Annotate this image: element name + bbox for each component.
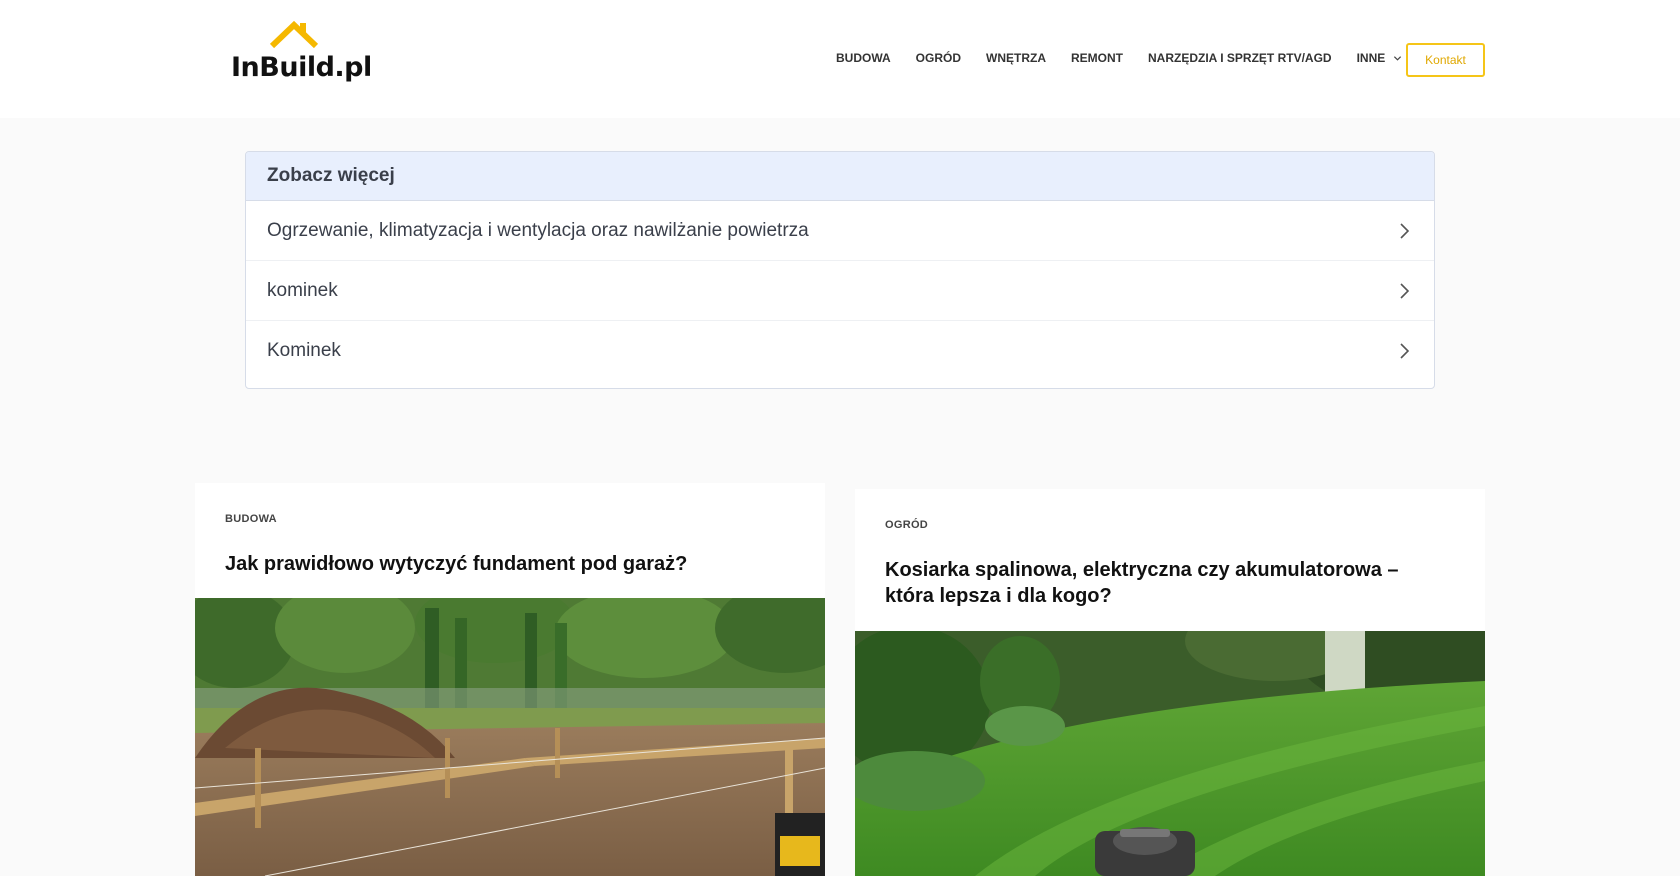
see-more-item-label: Ogrzewanie, klimatyzacja i wentylacja or… <box>267 219 809 241</box>
see-more-item-label: kominek <box>267 279 338 301</box>
post-title[interactable]: Kosiarka spalinowa, elektryczna czy akum… <box>885 557 1445 609</box>
nav-item-ogrod[interactable]: OGRÓD <box>916 51 961 65</box>
post-image[interactable] <box>855 631 1485 876</box>
chevron-right-icon <box>1400 222 1410 239</box>
nav-item-remont[interactable]: REMONT <box>1071 51 1123 65</box>
post-category[interactable]: OGRÓD <box>885 519 928 531</box>
nav-item-budowa[interactable]: BUDOWA <box>836 51 891 65</box>
post-card: BUDOWA Jak prawidłowo wytyczyć fundament… <box>195 483 825 876</box>
see-more-item-label: Kominek <box>267 340 341 361</box>
post-title[interactable]: Jak prawidłowo wytyczyć fundament pod ga… <box>225 551 785 577</box>
nav-item-wnetrza[interactable]: WNĘTRZA <box>986 51 1046 65</box>
chevron-right-icon <box>1400 343 1410 359</box>
chevron-down-icon <box>1394 55 1402 61</box>
nav-item-inne-label: INNE <box>1356 51 1386 65</box>
house-roof-icon <box>269 20 319 49</box>
see-more-box: Zobacz więcej Ogrzewanie, klimatyzacja i… <box>245 151 1435 389</box>
see-more-item[interactable]: Kominek <box>246 321 1434 381</box>
nav-item-narzedzia[interactable]: NARZĘDZIA I SPRZĘT RTV/AGD <box>1148 51 1332 65</box>
chevron-right-icon <box>1400 282 1410 299</box>
post-image[interactable] <box>195 598 825 876</box>
post-category[interactable]: BUDOWA <box>225 513 277 525</box>
nav-item-inne[interactable]: INNE <box>1357 51 1403 65</box>
main-nav: BUDOWA OGRÓD WNĘTRZA REMONT NARZĘDZIA I … <box>836 51 1402 65</box>
logo-text: InBuild.pl <box>231 52 372 83</box>
site-logo[interactable]: InBuild.pl <box>231 20 372 86</box>
post-card: OGRÓD Kosiarka spalinowa, elektryczna cz… <box>855 489 1485 876</box>
site-header: InBuild.pl BUDOWA OGRÓD WNĘTRZA REMONT N… <box>0 0 1680 118</box>
contact-button[interactable]: Kontakt <box>1406 43 1485 77</box>
see-more-item[interactable]: Ogrzewanie, klimatyzacja i wentylacja or… <box>246 201 1434 261</box>
see-more-item[interactable]: kominek <box>246 261 1434 321</box>
see-more-heading: Zobacz więcej <box>246 152 1434 201</box>
